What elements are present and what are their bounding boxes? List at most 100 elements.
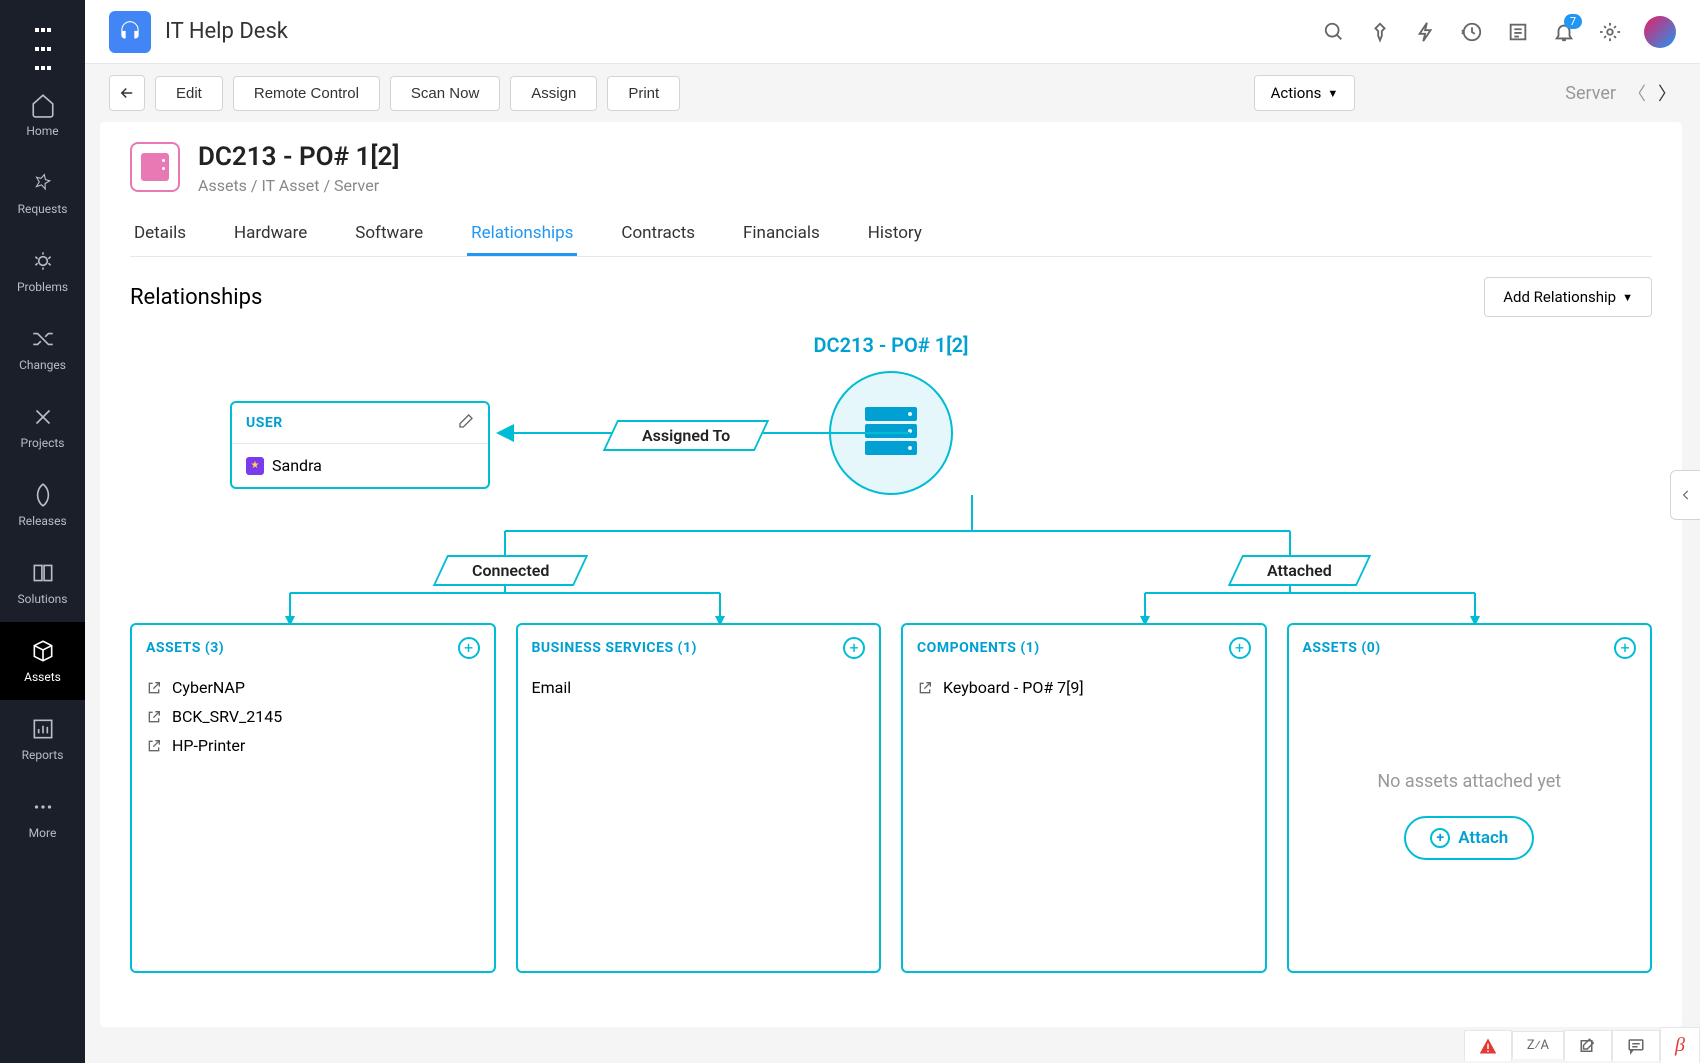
sidebar-item-label: Home <box>26 124 58 138</box>
sidebar-item-label: More <box>29 826 57 840</box>
external-link-icon <box>146 680 162 696</box>
arrow-left-icon <box>118 84 136 102</box>
bug-icon <box>30 248 56 274</box>
remote-control-button[interactable]: Remote Control <box>233 76 380 111</box>
tab-software[interactable]: Software <box>351 213 427 256</box>
user-card: USER Sandra <box>230 401 490 489</box>
assign-button[interactable]: Assign <box>510 76 597 111</box>
tab-details[interactable]: Details <box>130 213 190 256</box>
page-title: DC213 - PO# 1[2] <box>198 142 400 172</box>
sidebar-item-requests[interactable]: Requests <box>0 154 85 232</box>
section-header: Relationships Add Relationship ▼ <box>130 277 1652 317</box>
sidebar-item-solutions[interactable]: Solutions <box>0 544 85 622</box>
alert-icon[interactable] <box>1464 1030 1512 1061</box>
print-button[interactable]: Print <box>607 76 680 111</box>
chevron-left-double-icon <box>1679 488 1693 502</box>
next-icon[interactable]: 〉 <box>1658 80 1676 106</box>
rel-card-components: COMPONENTS (1) + Keyboard - PO# 7[9] <box>901 623 1267 973</box>
rel-card-title: ASSETS (3) <box>146 640 224 656</box>
chevron-down-icon: ▼ <box>1327 87 1338 100</box>
external-link-icon <box>917 680 933 696</box>
app-logo <box>109 11 151 53</box>
main-content: DC213 - PO# 1[2] Assets / IT Asset / Ser… <box>100 122 1682 1027</box>
context-label: Server <box>1565 83 1616 104</box>
user-card-body[interactable]: Sandra <box>232 444 488 487</box>
rel-card-title: BUSINESS SERVICES (1) <box>532 640 697 656</box>
add-icon[interactable]: + <box>843 637 865 659</box>
edit-button[interactable]: Edit <box>155 76 223 111</box>
bolt-icon[interactable] <box>1414 20 1438 44</box>
compose-icon[interactable] <box>1564 1030 1612 1061</box>
tab-contracts[interactable]: Contracts <box>617 213 699 256</box>
root-node[interactable] <box>829 371 953 495</box>
prev-icon[interactable]: 〈 <box>1628 80 1646 106</box>
edit-icon[interactable] <box>458 413 474 433</box>
add-relationship-button[interactable]: Add Relationship ▼ <box>1484 277 1652 317</box>
add-icon[interactable]: + <box>458 637 480 659</box>
rel-card-assets-connected: ASSETS (3) + CyberNAP BCK_SRV_2145 HP-Pr… <box>130 623 496 973</box>
notes-icon[interactable] <box>1506 20 1530 44</box>
chat-icon[interactable] <box>1612 1030 1660 1061</box>
sidebar-item-changes[interactable]: Changes <box>0 310 85 388</box>
tab-relationships[interactable]: Relationships <box>467 213 577 256</box>
sidebar-item-releases[interactable]: Releases <box>0 466 85 544</box>
rel-item[interactable]: HP-Printer <box>146 731 480 760</box>
server-icon <box>130 142 180 192</box>
sidebar-item-label: Changes <box>19 358 66 372</box>
sidebar-item-home[interactable]: Home <box>0 76 85 154</box>
tab-financials[interactable]: Financials <box>739 213 824 256</box>
collapse-panel-button[interactable] <box>1670 470 1700 520</box>
sidebar-item-assets[interactable]: Assets <box>0 622 85 700</box>
user-name: Sandra <box>272 456 322 475</box>
page-header: DC213 - PO# 1[2] Assets / IT Asset / Ser… <box>130 142 1652 195</box>
scan-now-button[interactable]: Scan Now <box>390 76 500 111</box>
sidebar-item-label: Assets <box>24 670 61 684</box>
sidebar-item-more[interactable]: More <box>0 778 85 856</box>
app-header: IT Help Desk 7 <box>85 0 1700 64</box>
context-nav: Server 〈 〉 <box>1565 80 1676 106</box>
sidebar-item-projects[interactable]: Projects <box>0 388 85 466</box>
sidebar-item-label: Problems <box>17 280 68 294</box>
attach-button[interactable]: + Attach <box>1404 816 1534 860</box>
chart-icon <box>30 716 56 742</box>
sidebar-item-problems[interactable]: Problems <box>0 232 85 310</box>
sidebar-item-label: Reports <box>22 748 64 762</box>
bell-icon[interactable]: 7 <box>1552 20 1576 44</box>
relationship-diagram: DC213 - PO# 1[2] USER Sandra <box>130 333 1652 973</box>
rel-item[interactable]: CyberNAP <box>146 673 480 702</box>
sidebar-item-reports[interactable]: Reports <box>0 700 85 778</box>
rel-item[interactable]: Keyboard - PO# 7[9] <box>917 673 1251 702</box>
language-icon[interactable]: Z⁄A <box>1512 1031 1564 1059</box>
avatar[interactable] <box>1644 16 1676 48</box>
user-badge-icon <box>246 457 264 475</box>
history-icon[interactable] <box>1460 20 1484 44</box>
rel-card-business-services: BUSINESS SERVICES (1) + Email <box>516 623 882 973</box>
add-icon[interactable]: + <box>1614 637 1636 659</box>
actions-dropdown[interactable]: Actions ▼ <box>1254 75 1356 111</box>
toolbar: Edit Remote Control Scan Now Assign Prin… <box>85 64 1700 122</box>
root-label: DC213 - PO# 1[2] <box>813 333 968 357</box>
shuffle-icon <box>30 326 56 352</box>
plus-circle-icon: + <box>1430 828 1450 848</box>
tab-hardware[interactable]: Hardware <box>230 213 311 256</box>
back-button[interactable] <box>109 75 145 111</box>
rel-card-assets-attached: ASSETS (0) + No assets attached yet + At… <box>1287 623 1653 973</box>
search-icon[interactable] <box>1322 20 1346 44</box>
rel-item[interactable]: Email <box>532 673 866 702</box>
user-card-title: USER <box>246 415 283 431</box>
tab-history[interactable]: History <box>864 213 926 256</box>
rel-card-title: COMPONENTS (1) <box>917 640 1040 656</box>
chevron-down-icon: ▼ <box>1622 291 1633 304</box>
apps-grid-icon[interactable] <box>34 18 52 36</box>
add-relationship-label: Add Relationship <box>1503 288 1616 306</box>
external-link-icon <box>146 738 162 754</box>
empty-text: No assets attached yet <box>1377 771 1561 792</box>
tools-icon <box>30 404 56 430</box>
pin-icon[interactable] <box>1368 20 1392 44</box>
server-stack-icon <box>865 407 917 459</box>
beta-icon[interactable]: β <box>1660 1027 1700 1063</box>
attach-button-label: Attach <box>1458 828 1508 848</box>
add-icon[interactable]: + <box>1229 637 1251 659</box>
rel-item[interactable]: BCK_SRV_2145 <box>146 702 480 731</box>
gear-icon[interactable] <box>1598 20 1622 44</box>
